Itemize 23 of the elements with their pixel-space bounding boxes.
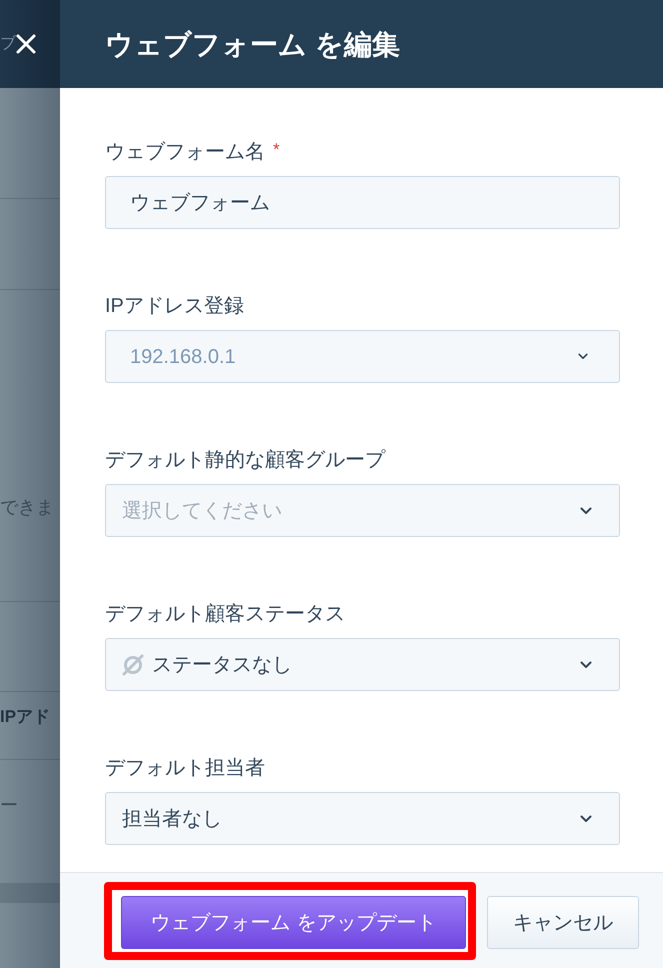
required-mark: * xyxy=(273,140,280,160)
field-label: ウェブフォーム名 xyxy=(105,140,265,164)
dropdown-field[interactable]: 担当者なし xyxy=(105,792,620,845)
table-header-text: IPアド xyxy=(0,706,50,728)
drawer-title: ウェブフォーム を編集 xyxy=(105,28,400,62)
chevron-down-icon xyxy=(580,814,592,822)
field-label: デフォルト顧客ステータス xyxy=(105,602,345,626)
page-header-text: ブ xyxy=(0,34,16,54)
chevron-down-icon xyxy=(580,660,592,668)
cancel-button[interactable]: キャンセル xyxy=(487,896,639,949)
close-button[interactable] xyxy=(16,34,36,54)
close-icon xyxy=(16,34,36,54)
chevron-down-icon xyxy=(578,353,588,360)
chevron-down-icon xyxy=(580,506,592,514)
update-button[interactable]: ウェブフォーム をアップデート xyxy=(121,896,466,949)
slashed-circle-icon xyxy=(122,654,144,676)
field-label: IPアドレス登録 xyxy=(105,294,244,318)
dropdown-field[interactable]: ステータスなし xyxy=(105,638,620,691)
shaded-band xyxy=(0,883,60,903)
field-label: デフォルト静的な顧客グループ xyxy=(105,448,385,472)
field-label: デフォルト担当者 xyxy=(105,756,265,780)
text-input[interactable]: ウェブフォーム xyxy=(105,176,620,229)
table-cell-text: ー xyxy=(0,794,18,817)
